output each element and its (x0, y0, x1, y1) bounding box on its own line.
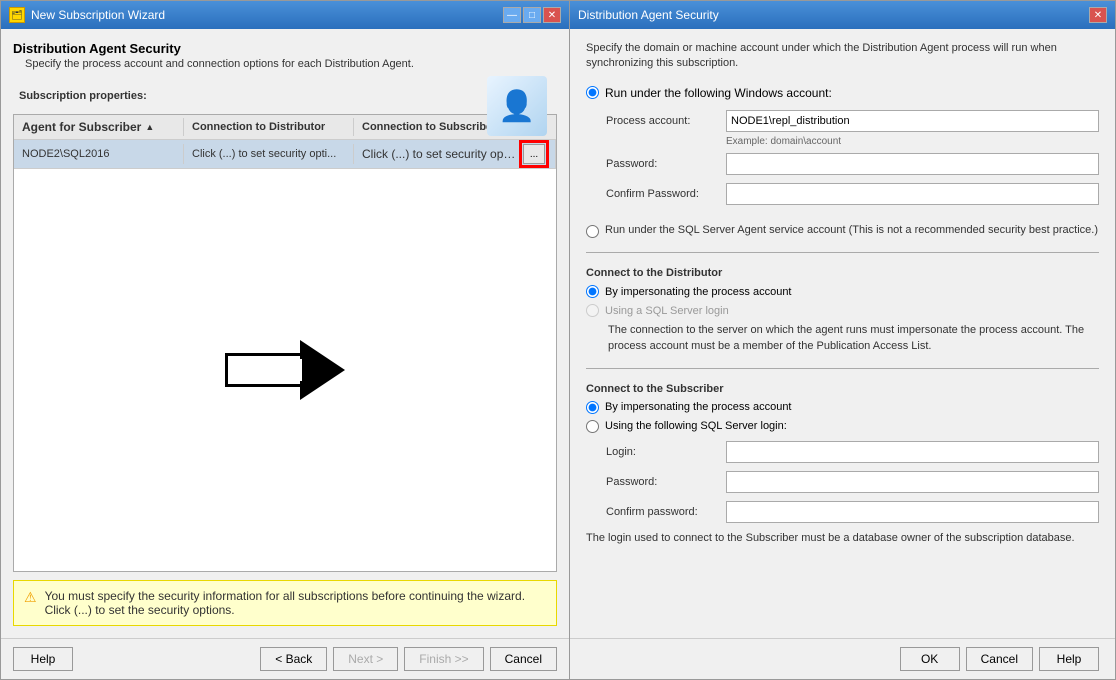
left-window-body: Distribution Agent Security Specify the … (1, 29, 569, 638)
row-subscriber: Click (...) to set security opti... (362, 147, 517, 161)
password-row: Password: (606, 153, 1099, 175)
sql-agent-radio[interactable] (586, 225, 599, 238)
wizard-decoration-icon: 👤 (487, 76, 547, 136)
password-input[interactable] (726, 153, 1099, 175)
help-button[interactable]: Help (13, 647, 73, 671)
confirm-password-input[interactable] (726, 183, 1099, 205)
sub-password-row: Password: (606, 471, 1099, 493)
row-agent: NODE2\SQL2016 (14, 144, 184, 164)
right-title-bar: Distribution Agent Security ✕ (570, 1, 1115, 29)
subscription-label: Subscription properties: (13, 86, 557, 106)
confirm-password-label: Confirm Password: (606, 188, 726, 200)
login-label: Login: (606, 446, 726, 458)
distributor-option1-label: By impersonating the process account (605, 286, 792, 298)
sql-agent-radio-row: Run under the SQL Server Agent service a… (586, 223, 1099, 238)
process-account-input[interactable] (726, 110, 1099, 132)
process-account-row: Process account: (606, 110, 1099, 132)
login-row: Login: (606, 441, 1099, 463)
col2-header: Connection to Distributor (184, 118, 354, 136)
warning-text: You must specify the security informatio… (45, 589, 546, 617)
left-window: 🗂 New Subscription Wizard — □ ✕ Distribu… (0, 0, 570, 680)
distributor-option2-label: Using a SQL Server login (605, 305, 729, 317)
table-row: NODE2\SQL2016 Click (...) to set securit… (14, 140, 556, 169)
right-window-title: Distribution Agent Security (578, 8, 719, 22)
login-input[interactable] (726, 441, 1099, 463)
warning-icon: ⚠ (24, 589, 37, 606)
right-window: Distribution Agent Security ✕ Specify th… (570, 0, 1116, 680)
process-account-section: Process account: Example: domain\account… (606, 110, 1099, 213)
table-header: Agent for Subscriber ▲ Connection to Dis… (14, 115, 556, 140)
windows-account-radio-row: Run under the following Windows account: (586, 86, 1099, 100)
windows-account-label: Run under the following Windows account: (605, 86, 832, 100)
right-help-button[interactable]: Help (1039, 647, 1099, 671)
left-window-title: New Subscription Wizard (31, 8, 165, 22)
left-button-bar: Help < Back Next > Finish >> Cancel (1, 638, 569, 679)
password-label: Password: (606, 158, 726, 170)
sub-confirm-password-label: Confirm password: (606, 506, 726, 518)
left-close-button[interactable]: ✕ (543, 7, 561, 23)
sub-password-label: Password: (606, 476, 726, 488)
back-button[interactable]: < Back (260, 647, 327, 671)
warning-bar: ⚠ You must specify the security informat… (13, 580, 557, 626)
process-account-label: Process account: (606, 115, 726, 127)
minimize-button[interactable]: — (503, 7, 521, 23)
col1-header: Agent for Subscriber ▲ (14, 118, 184, 136)
subscription-table: Agent for Subscriber ▲ Connection to Dis… (13, 114, 557, 572)
left-description: Specify the process account and connecti… (13, 58, 557, 70)
process-account-hint: Example: domain\account (726, 136, 1099, 147)
next-button[interactable]: Next > (333, 647, 398, 671)
finish-button[interactable]: Finish >> (404, 647, 483, 671)
right-description: Specify the domain or machine account un… (586, 41, 1099, 72)
distributor-option2-row: Using a SQL Server login (586, 304, 1099, 317)
subscriber-sqllogin-radio[interactable] (586, 420, 599, 433)
sql-agent-label: Run under the SQL Server Agent service a… (605, 223, 1098, 238)
right-body: Specify the domain or machine account un… (570, 29, 1115, 638)
distributor-option1-row: By impersonating the process account (586, 285, 1099, 298)
divider-distributor (586, 252, 1099, 253)
sub-confirm-password-input[interactable] (726, 501, 1099, 523)
subscriber-option2-label: Using the following SQL Server login: (605, 420, 787, 432)
windows-account-radio[interactable] (586, 86, 599, 99)
arrow-right-icon (225, 340, 345, 400)
row-subscriber-cell: Click (...) to set security opti... ... (354, 140, 556, 168)
subscriber-option1-label: By impersonating the process account (605, 401, 792, 413)
connect-distributor-title: Connect to the Distributor (586, 267, 1099, 279)
connect-subscriber-section: Connect to the Subscriber By impersonati… (586, 383, 1099, 550)
subscriber-option2-row: Using the following SQL Server login: (586, 420, 1099, 433)
distributor-info: The connection to the server on which th… (608, 323, 1099, 354)
right-close-button[interactable]: ✕ (1089, 7, 1107, 23)
wizard-icon: 🗂 (9, 7, 25, 23)
ellipsis-button[interactable]: ... (523, 144, 545, 164)
connect-subscriber-title: Connect to the Subscriber (586, 383, 1099, 395)
subscriber-option1-row: By impersonating the process account (586, 401, 1099, 414)
subscriber-impersonate-radio[interactable] (586, 401, 599, 414)
sub-password-input[interactable] (726, 471, 1099, 493)
maximize-button[interactable]: □ (523, 7, 541, 23)
connect-distributor-section: Connect to the Distributor By impersonat… (586, 267, 1099, 354)
subscriber-hint: The login used to connect to the Subscri… (586, 531, 1099, 546)
row-distributor: Click (...) to set security opti... (184, 144, 354, 164)
cancel-button[interactable]: Cancel (490, 647, 557, 671)
arrow-area (14, 169, 556, 571)
confirm-password-row: Confirm Password: (606, 183, 1099, 205)
right-ok-button[interactable]: OK (900, 647, 960, 671)
right-button-bar: OK Cancel Help (570, 638, 1115, 679)
left-title-bar: 🗂 New Subscription Wizard — □ ✕ (1, 1, 569, 29)
divider-subscriber (586, 368, 1099, 369)
left-heading: Distribution Agent Security (13, 41, 557, 56)
distributor-sqllogin-radio[interactable] (586, 304, 599, 317)
right-cancel-button[interactable]: Cancel (966, 647, 1033, 671)
sub-confirm-password-row: Confirm password: (606, 501, 1099, 523)
distributor-impersonate-radio[interactable] (586, 285, 599, 298)
subscriber-login-section: Login: Password: Confirm password: (606, 441, 1099, 523)
